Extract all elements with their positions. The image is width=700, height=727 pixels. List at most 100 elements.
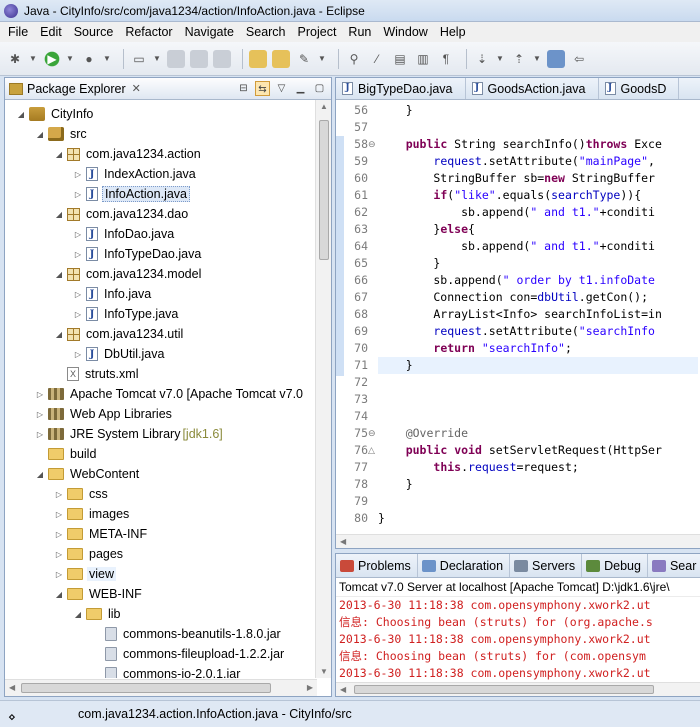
collapsed-twisty-icon[interactable]: ▷ — [72, 310, 84, 319]
panel-tab-debug[interactable]: Debug — [582, 554, 648, 577]
prev-annotation-dropdown-icon[interactable]: ▼ — [533, 50, 541, 68]
code-line[interactable]: sb.append(" and t1."+conditi — [378, 238, 655, 255]
back-icon[interactable]: ⇦ — [570, 50, 588, 68]
collapsed-twisty-icon[interactable]: ▷ — [72, 350, 84, 359]
expanded-twisty-icon[interactable]: ◢ — [53, 590, 65, 599]
debug-icon[interactable]: ✱ — [6, 50, 24, 68]
fold-collapse-icon[interactable]: ⊖ — [368, 139, 376, 150]
expanded-twisty-icon[interactable]: ◢ — [34, 470, 46, 479]
minimize-icon[interactable]: ▁ — [293, 81, 308, 96]
code-line[interactable]: } — [378, 476, 413, 493]
tree-item[interactable]: ▷ css — [5, 484, 317, 504]
menu-run[interactable]: Run — [342, 25, 377, 39]
tree-item[interactable]: ▷ META-INF — [5, 524, 317, 544]
menu-file[interactable]: File — [2, 25, 34, 39]
tree-item[interactable]: commons-fileupload-1.2.2.jar — [5, 644, 317, 664]
pencil-icon[interactable]: ✎ — [295, 50, 313, 68]
tree-item[interactable]: ◢ com.java1234.dao — [5, 204, 317, 224]
save-icon[interactable] — [167, 49, 185, 68]
block-select-icon[interactable]: ▤ — [391, 50, 409, 68]
external-tools-dropdown-icon[interactable]: ▼ — [103, 50, 111, 68]
open-type-icon[interactable] — [249, 49, 267, 68]
code-line[interactable]: } — [378, 510, 385, 527]
link-with-editor-icon[interactable]: ⇆ — [255, 81, 270, 96]
code-line[interactable]: request.setAttribute("searchInfo — [378, 323, 655, 340]
code-line[interactable]: public void setServletRequest(HttpSer — [378, 442, 662, 459]
collapsed-twisty-icon[interactable]: ▷ — [53, 530, 65, 539]
scroll-left-icon[interactable]: ◀ — [340, 685, 346, 694]
debug-dropdown-icon[interactable]: ▼ — [29, 50, 37, 68]
collapsed-twisty-icon[interactable]: ▷ — [34, 390, 46, 399]
menu-project[interactable]: Project — [292, 25, 343, 39]
menu-help[interactable]: Help — [434, 25, 472, 39]
code-line[interactable]: @Override — [378, 425, 468, 442]
editor-horizontal-scrollbar[interactable]: ◀ — [336, 534, 700, 548]
tree-item[interactable]: commons-beanutils-1.8.0.jar — [5, 624, 317, 644]
prev-annotation-icon[interactable]: ⇡ — [510, 50, 528, 68]
next-annotation-icon[interactable]: ⇣ — [473, 50, 491, 68]
menu-navigate[interactable]: Navigate — [179, 25, 240, 39]
pencil-dropdown-icon[interactable]: ▼ — [318, 50, 326, 68]
expanded-twisty-icon[interactable]: ◢ — [53, 210, 65, 219]
collapsed-twisty-icon[interactable]: ▷ — [72, 170, 84, 179]
tree-item[interactable]: ◢ CityInfo — [5, 104, 317, 124]
collapsed-twisty-icon[interactable]: ▷ — [72, 230, 84, 239]
tree-item[interactable]: ▷ J InfoAction.java — [5, 184, 317, 204]
menu-window[interactable]: Window — [377, 25, 433, 39]
collapsed-twisty-icon[interactable]: ▷ — [53, 550, 65, 559]
expanded-twisty-icon[interactable]: ◢ — [53, 270, 65, 279]
code-line[interactable]: ArrayList<Info> searchInfoList=in — [378, 306, 662, 323]
collapsed-twisty-icon[interactable]: ▷ — [53, 570, 65, 579]
maximize-icon[interactable]: ▢ — [312, 81, 327, 96]
collapse-all-icon[interactable]: ⊟ — [236, 81, 251, 96]
code-line[interactable]: } — [378, 357, 698, 374]
tree-item[interactable]: ▷ Web App Libraries — [5, 404, 317, 424]
scroll-right-icon[interactable]: ▶ — [307, 683, 313, 692]
code-area[interactable]: 56 } 57 58 ⊖ public String searchInfo()thro… — [336, 100, 700, 548]
panel-tab-sear[interactable]: Sear — [648, 554, 700, 577]
tree-item[interactable]: ◢ com.java1234.util — [5, 324, 317, 344]
panel-tab-problems[interactable]: Problems — [336, 554, 418, 577]
last-edit-icon[interactable] — [547, 49, 565, 68]
menu-edit[interactable]: Edit — [34, 25, 68, 39]
tree-item[interactable]: ▷ J InfoType.java — [5, 304, 317, 324]
tree-item[interactable]: ▷ J Info.java — [5, 284, 317, 304]
menu-source[interactable]: Source — [68, 25, 120, 39]
scroll-down-icon[interactable]: ▼ — [320, 667, 328, 676]
menu-search[interactable]: Search — [240, 25, 292, 39]
collapsed-twisty-icon[interactable]: ▷ — [34, 430, 46, 439]
editor-tab[interactable]: J GoodsAction.java — [466, 78, 599, 99]
scrollbar-thumb[interactable] — [21, 683, 271, 693]
editor-tab[interactable]: J GoodsD — [599, 78, 680, 99]
tree-item[interactable]: ▷ JRE System Library [jdk1.6] — [5, 424, 317, 444]
expanded-twisty-icon[interactable]: ◢ — [72, 610, 84, 619]
save-all-icon[interactable] — [190, 49, 208, 68]
code-line[interactable]: request.setAttribute("mainPage", — [378, 153, 655, 170]
toggle-mark-icon[interactable]: ⚲ — [345, 50, 363, 68]
print-icon[interactable] — [213, 49, 231, 68]
collapsed-twisty-icon[interactable]: ▷ — [53, 490, 65, 499]
expanded-twisty-icon[interactable]: ◢ — [15, 110, 27, 119]
collapsed-twisty-icon[interactable]: ▷ — [34, 410, 46, 419]
tree-item[interactable]: ▷ J IndexAction.java — [5, 164, 317, 184]
tree-item[interactable]: ▷ J InfoTypeDao.java — [5, 244, 317, 264]
code-line[interactable]: }else{ — [378, 221, 475, 238]
panel-tab-servers[interactable]: Servers — [510, 554, 583, 577]
tree-item[interactable]: ◢ com.java1234.model — [5, 264, 317, 284]
tree-item[interactable]: ◢ WEB-INF — [5, 584, 317, 604]
tree-item[interactable]: commons-io-2.0.1.jar — [5, 664, 317, 678]
collapsed-twisty-icon[interactable]: ▷ — [72, 290, 84, 299]
code-line[interactable]: sb.append(" and t1."+conditi — [378, 204, 655, 221]
code-line[interactable]: this.request=request; — [378, 459, 578, 476]
console-output[interactable]: 2013-6-30 11:18:38 com.opensymphony.xwor… — [336, 597, 700, 682]
external-tools-icon[interactable]: ● — [80, 50, 98, 68]
view-menu-icon[interactable]: ▽ — [274, 81, 289, 96]
collapsed-twisty-icon[interactable]: ▷ — [72, 250, 84, 259]
scrollbar-thumb[interactable] — [354, 685, 654, 694]
code-line[interactable]: } — [378, 255, 440, 272]
scroll-left-icon[interactable]: ◀ — [340, 537, 346, 546]
tree-item[interactable]: ◢ src — [5, 124, 317, 144]
collapsed-twisty-icon[interactable]: ▷ — [72, 190, 84, 199]
code-line[interactable]: Connection con=dbUtil.getCon(); — [378, 289, 648, 306]
scroll-up-icon[interactable]: ▲ — [320, 102, 328, 111]
